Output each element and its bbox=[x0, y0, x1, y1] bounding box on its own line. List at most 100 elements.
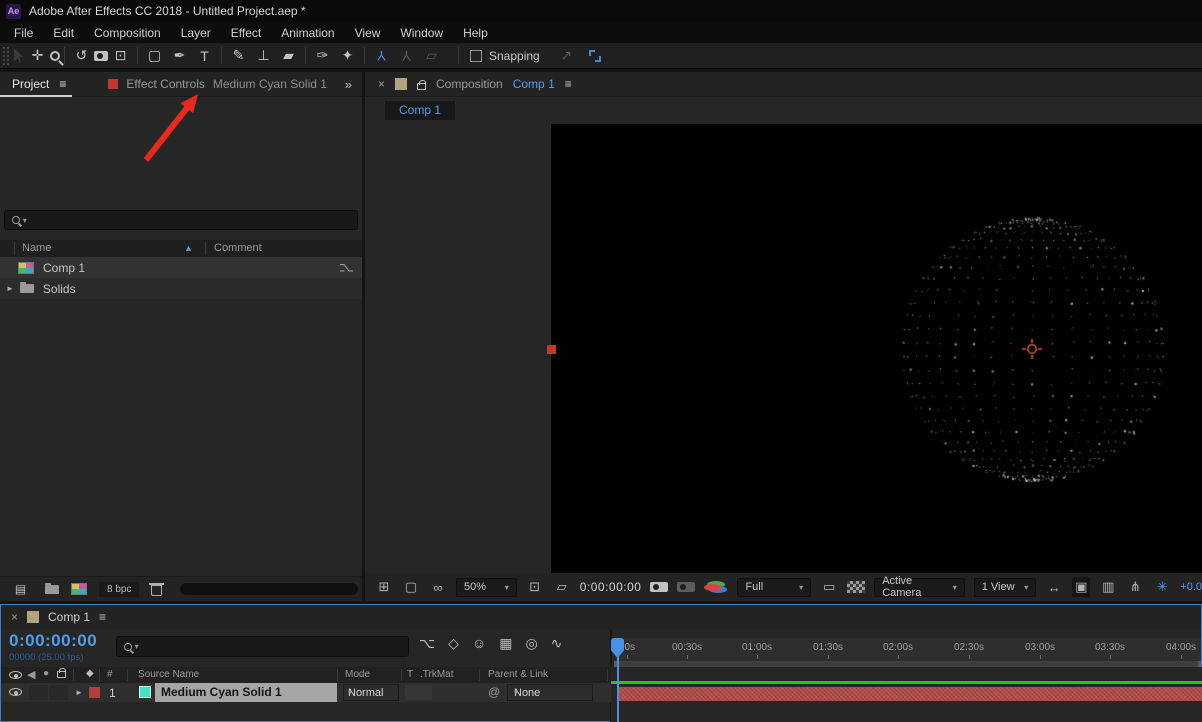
exposure-value[interactable]: +0.0 bbox=[1180, 581, 1202, 593]
menu-item[interactable]: Help bbox=[453, 26, 498, 40]
lock-icon[interactable] bbox=[417, 83, 426, 90]
layer-duration-bar[interactable] bbox=[618, 687, 1202, 701]
clone-stamp-tool-icon[interactable]: ⊥ bbox=[251, 45, 276, 67]
flowchart-icon[interactable]: ⌥ bbox=[339, 260, 354, 276]
column-parent-link[interactable]: Parent & Link bbox=[488, 669, 548, 680]
track-area[interactable] bbox=[611, 667, 1202, 722]
panel-drag-icon[interactable] bbox=[395, 78, 407, 90]
roi-icon[interactable]: ▭ bbox=[820, 579, 838, 595]
time-ruler[interactable]: 00s00:30s01:00s01:30s02:00s02:30s03:00s0… bbox=[616, 638, 1201, 661]
search-caret-icon[interactable]: ▾ bbox=[135, 642, 139, 651]
menu-item[interactable]: Edit bbox=[43, 26, 84, 40]
reset-exposure-icon[interactable]: ✳ bbox=[1153, 579, 1171, 595]
project-search-input[interactable] bbox=[30, 214, 350, 226]
column-comment[interactable]: Comment bbox=[214, 242, 262, 254]
timeline-search-input[interactable] bbox=[142, 641, 401, 653]
local-axis-mode-icon[interactable]: Y bbox=[369, 45, 394, 67]
video-column-icon[interactable] bbox=[9, 671, 22, 679]
eraser-tool-icon[interactable]: ▰ bbox=[276, 45, 301, 67]
solo-column-icon[interactable]: ● bbox=[43, 668, 49, 679]
panel-menu-icon[interactable]: ≡ bbox=[99, 610, 106, 624]
show-snapshot-icon[interactable] bbox=[677, 582, 695, 592]
trash-icon[interactable] bbox=[151, 585, 162, 596]
snapping-checkbox[interactable] bbox=[470, 50, 482, 62]
comp-flowchart-icon[interactable]: ⋔ bbox=[1126, 579, 1144, 595]
channels-icon[interactable] bbox=[704, 584, 722, 591]
column-index[interactable]: # bbox=[107, 669, 113, 680]
time-display[interactable]: 0:00:00:00 00000 (25.00 fps) bbox=[9, 631, 97, 663]
parent-dropdown[interactable]: None ▾ bbox=[507, 684, 593, 701]
main-view-icon[interactable]: ▢ bbox=[402, 579, 420, 595]
bit-depth-button[interactable]: 8 bpc bbox=[99, 582, 139, 597]
graph-editor-icon[interactable]: ∿ bbox=[551, 635, 563, 652]
column-source-name[interactable]: Source Name bbox=[138, 669, 199, 680]
tab-effect-controls[interactable]: Effect Controls Medium Cyan Solid 1 bbox=[108, 77, 327, 91]
column-t[interactable]: T bbox=[407, 669, 413, 680]
column-trkmat[interactable]: .TrkMat bbox=[420, 669, 454, 680]
pickwhip-icon[interactable]: @ bbox=[488, 685, 500, 699]
composition-viewport[interactable] bbox=[365, 124, 1202, 573]
view-layout-dropdown[interactable]: 1 View ▾ bbox=[974, 578, 1037, 597]
pixel-aspect-icon[interactable]: ↔ bbox=[1045, 580, 1063, 595]
view-axis-mode-icon[interactable]: ▱ bbox=[419, 45, 444, 67]
transparency-grid-icon[interactable] bbox=[847, 581, 865, 593]
menu-item[interactable]: View bbox=[345, 26, 391, 40]
mask-visibility-icon[interactable]: ▱ bbox=[553, 579, 571, 595]
audio-toggle-cell[interactable] bbox=[29, 685, 48, 700]
layer-expander-icon[interactable]: ► bbox=[75, 688, 83, 697]
blend-mode-dropdown[interactable]: Normal ▾ bbox=[343, 684, 399, 701]
column-name[interactable]: Name bbox=[22, 242, 51, 254]
sort-asc-icon[interactable]: ▲ bbox=[184, 243, 193, 253]
current-time-display[interactable]: 0:00:00:00 bbox=[580, 580, 642, 594]
project-row-solids[interactable]: ► Solids bbox=[0, 278, 362, 299]
stereo-3d-icon[interactable]: ∞ bbox=[429, 580, 447, 595]
column-mode[interactable]: Mode bbox=[345, 669, 370, 680]
world-axis-mode-icon[interactable]: Y bbox=[394, 45, 419, 67]
export-selection-icon[interactable]: ↗ bbox=[554, 45, 579, 67]
panel-drag-icon[interactable] bbox=[27, 611, 39, 623]
pen-tool-icon[interactable]: ✒ bbox=[167, 45, 192, 67]
menu-item[interactable]: Window bbox=[390, 26, 453, 40]
fast-previews-icon[interactable]: ▣ bbox=[1072, 577, 1090, 597]
rotate-tool-icon[interactable]: ↺ bbox=[69, 45, 94, 67]
shy-layers-icon[interactable]: ☺ bbox=[472, 635, 486, 652]
safe-zones-icon[interactable]: ⊡ bbox=[526, 579, 544, 595]
camera-tool-icon[interactable] bbox=[94, 51, 108, 61]
region-capture-icon[interactable] bbox=[589, 50, 601, 62]
solid-color-swatch[interactable] bbox=[139, 686, 151, 698]
trkmat-cell[interactable] bbox=[405, 685, 432, 700]
always-preview-icon[interactable]: ⊞ bbox=[375, 579, 393, 595]
layer-row[interactable]: ► 1 Medium Cyan Solid 1 Normal ▾ @ None … bbox=[1, 683, 611, 702]
layer-visibility-toggle[interactable] bbox=[9, 688, 22, 696]
timeline-tab-label[interactable]: Comp 1 bbox=[48, 610, 90, 624]
timeline-button-icon[interactable]: ▥ bbox=[1099, 579, 1117, 595]
expander-icon[interactable]: ► bbox=[6, 284, 14, 293]
panel-menu-icon[interactable]: ≡ bbox=[565, 77, 572, 91]
menu-item[interactable]: Layer bbox=[171, 26, 221, 40]
new-composition-icon[interactable] bbox=[71, 583, 87, 595]
selection-tool-icon[interactable] bbox=[14, 48, 25, 63]
comp-viewer-tab[interactable]: Comp 1 bbox=[385, 101, 455, 120]
search-caret-icon[interactable]: ▾ bbox=[23, 216, 27, 225]
close-icon[interactable]: × bbox=[11, 610, 18, 624]
puppet-pin-tool-icon[interactable]: ✦ bbox=[335, 45, 360, 67]
menu-item[interactable]: Composition bbox=[84, 26, 171, 40]
layer-name[interactable]: Medium Cyan Solid 1 bbox=[155, 683, 337, 702]
magnification-dropdown[interactable]: 50% ▾ bbox=[456, 578, 517, 597]
horizontal-scrollbar[interactable] bbox=[180, 583, 358, 595]
lock-column-icon[interactable] bbox=[57, 671, 66, 678]
motion-blur-icon[interactable]: ◎ bbox=[525, 635, 537, 652]
camera-view-dropdown[interactable]: Active Camera ▾ bbox=[874, 578, 965, 597]
project-row-comp[interactable]: Comp 1 ⌥ bbox=[0, 257, 362, 278]
label-column-icon[interactable]: ◆ bbox=[86, 668, 94, 679]
layer-label-color[interactable] bbox=[89, 687, 100, 698]
take-snapshot-icon[interactable] bbox=[650, 582, 668, 592]
tab-project[interactable]: Project ≡ bbox=[0, 72, 72, 97]
brush-tool-icon[interactable]: ✎ bbox=[226, 45, 251, 67]
interpret-footage-icon[interactable]: ▤ bbox=[8, 578, 33, 600]
menu-item[interactable]: Effect bbox=[221, 26, 271, 40]
timecode-value[interactable]: 0:00:00:00 bbox=[9, 631, 97, 651]
toolbar-grip[interactable] bbox=[2, 46, 9, 66]
roto-brush-tool-icon[interactable]: ✑ bbox=[310, 45, 335, 67]
panel-menu-icon[interactable]: ≡ bbox=[59, 77, 66, 91]
